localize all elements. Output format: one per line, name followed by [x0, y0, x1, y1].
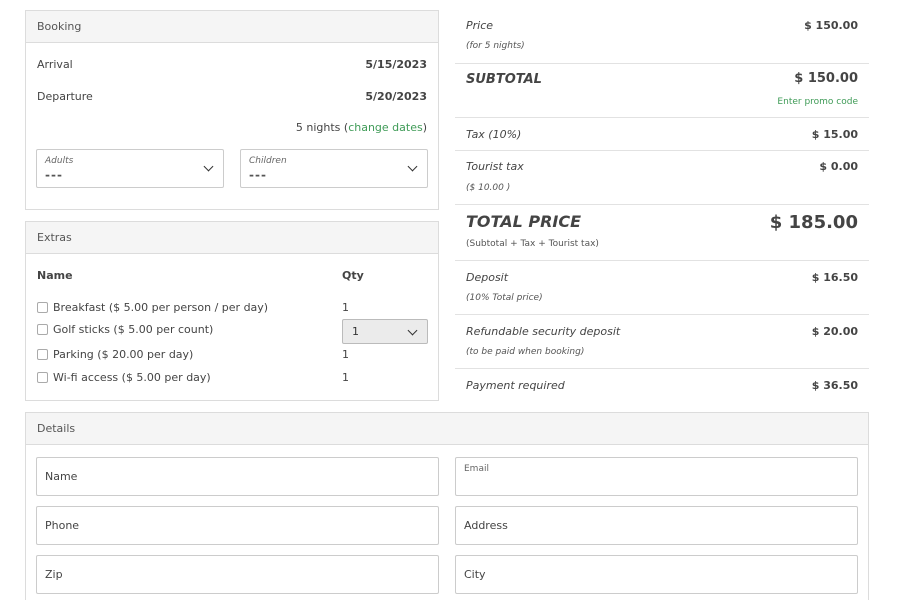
- departure-value: 5/20/2023: [365, 90, 427, 103]
- price-note: (for 5 nights): [466, 41, 525, 51]
- security-deposit-value: $ 20.00: [811, 325, 858, 338]
- departure-label: Departure: [37, 90, 93, 103]
- extra-item-name: Wi-fi access ($ 5.00 per day): [53, 371, 211, 384]
- tax-label: Tax (10%): [466, 128, 522, 141]
- tourist-tax-value: $ 0.00: [819, 160, 858, 173]
- zip-field[interactable]: Zip: [36, 555, 439, 594]
- children-label: Children: [249, 156, 287, 166]
- children-select[interactable]: Children ---: [240, 149, 428, 188]
- extra-item-name: Breakfast ($ 5.00 per person / per day): [53, 301, 269, 314]
- adults-label: Adults: [45, 156, 74, 166]
- price-summary: Price $ 150.00 (for 5 nights) SUBTOTAL $…: [455, 8, 869, 402]
- details-panel-title: Details: [26, 413, 868, 445]
- golf-qty-value: 1: [352, 325, 359, 338]
- total-price-value: $ 185.00: [769, 212, 858, 233]
- subtotal-label: SUBTOTAL: [466, 72, 542, 87]
- tourist-tax-note: ($ 10.00 ): [466, 183, 511, 193]
- email-field[interactable]: Email: [455, 457, 858, 496]
- payment-required-value: $ 36.50: [811, 379, 858, 392]
- golf-qty-select[interactable]: 1: [342, 319, 428, 344]
- security-deposit-note: (to be paid when booking): [466, 347, 585, 357]
- adults-value: ---: [45, 168, 63, 182]
- breakfast-checkbox[interactable]: [37, 302, 48, 313]
- deposit-label: Deposit: [466, 271, 509, 284]
- address-field[interactable]: Address: [455, 506, 858, 545]
- extras-col-qty: Qty: [342, 269, 364, 282]
- address-placeholder: Address: [464, 519, 508, 532]
- extra-item-qty: 1: [342, 371, 349, 384]
- city-field[interactable]: City: [455, 555, 858, 594]
- extra-item-name: Golf sticks ($ 5.00 per count): [53, 323, 214, 336]
- tax-value: $ 15.00: [811, 128, 858, 141]
- subtotal-row: SUBTOTAL $ 150.00 Enter promo code: [455, 63, 869, 117]
- deposit-note: (10% Total price): [466, 293, 543, 303]
- security-deposit-label: Refundable security deposit: [466, 325, 621, 338]
- extra-item-qty: 1: [342, 348, 349, 361]
- details-panel: Details Name Email Phone Address Zip Cit…: [25, 412, 869, 600]
- phone-field[interactable]: Phone: [36, 506, 439, 545]
- booking-panel: Booking Arrival 5/15/2023 Departure 5/20…: [25, 10, 439, 210]
- email-label: Email: [464, 464, 489, 474]
- parking-checkbox[interactable]: [37, 349, 48, 360]
- booking-panel-title: Booking: [26, 11, 438, 43]
- total-row: TOTAL PRICE $ 185.00 (Subtotal + Tax + T…: [455, 204, 869, 260]
- price-row: Price $ 150.00 (for 5 nights): [455, 8, 869, 63]
- extras-col-name: Name: [37, 269, 73, 282]
- price-label: Price: [466, 19, 494, 32]
- payment-required-label: Payment required: [466, 379, 565, 392]
- nights-count: 5 nights (: [295, 121, 349, 134]
- total-price-note: (Subtotal + Tax + Tourist tax): [466, 239, 599, 249]
- name-placeholder: Name: [45, 470, 78, 483]
- tourist-tax-label: Tourist tax: [466, 160, 524, 173]
- payment-required-row: Payment required $ 36.50: [455, 368, 869, 402]
- phone-placeholder: Phone: [45, 519, 80, 532]
- arrival-label: Arrival: [37, 58, 73, 71]
- zip-placeholder: Zip: [45, 568, 63, 581]
- subtotal-value: $ 150.00: [794, 71, 858, 86]
- nights-summary: 5 nights (change dates): [296, 121, 427, 134]
- tourist-tax-row: Tourist tax $ 0.00 ($ 10.00 ): [455, 150, 869, 204]
- children-value: ---: [249, 168, 267, 182]
- name-field[interactable]: Name: [36, 457, 439, 496]
- city-placeholder: City: [464, 568, 486, 581]
- change-dates-link[interactable]: change dates: [348, 121, 423, 134]
- total-price-label: TOTAL PRICE: [466, 212, 582, 231]
- tax-row: Tax (10%) $ 15.00: [455, 117, 869, 150]
- extra-item-name: Parking ($ 20.00 per day): [53, 348, 194, 361]
- deposit-value: $ 16.50: [811, 271, 858, 284]
- deposit-row: Deposit $ 16.50 (10% Total price): [455, 260, 869, 314]
- wifi-checkbox[interactable]: [37, 372, 48, 383]
- adults-select[interactable]: Adults ---: [36, 149, 224, 188]
- golf-checkbox[interactable]: [37, 324, 48, 335]
- extras-panel: Extras Name Qty Breakfast ($ 5.00 per pe…: [25, 221, 439, 401]
- extras-panel-title: Extras: [26, 222, 438, 254]
- chevron-down-icon: [407, 325, 418, 336]
- extra-item-qty: 1: [342, 301, 349, 314]
- nights-close: ): [422, 121, 427, 134]
- promo-code-link[interactable]: Enter promo code: [777, 97, 858, 107]
- arrival-value: 5/15/2023: [365, 58, 427, 71]
- security-deposit-row: Refundable security deposit $ 20.00 (to …: [455, 314, 869, 368]
- price-value: $ 150.00: [804, 19, 858, 32]
